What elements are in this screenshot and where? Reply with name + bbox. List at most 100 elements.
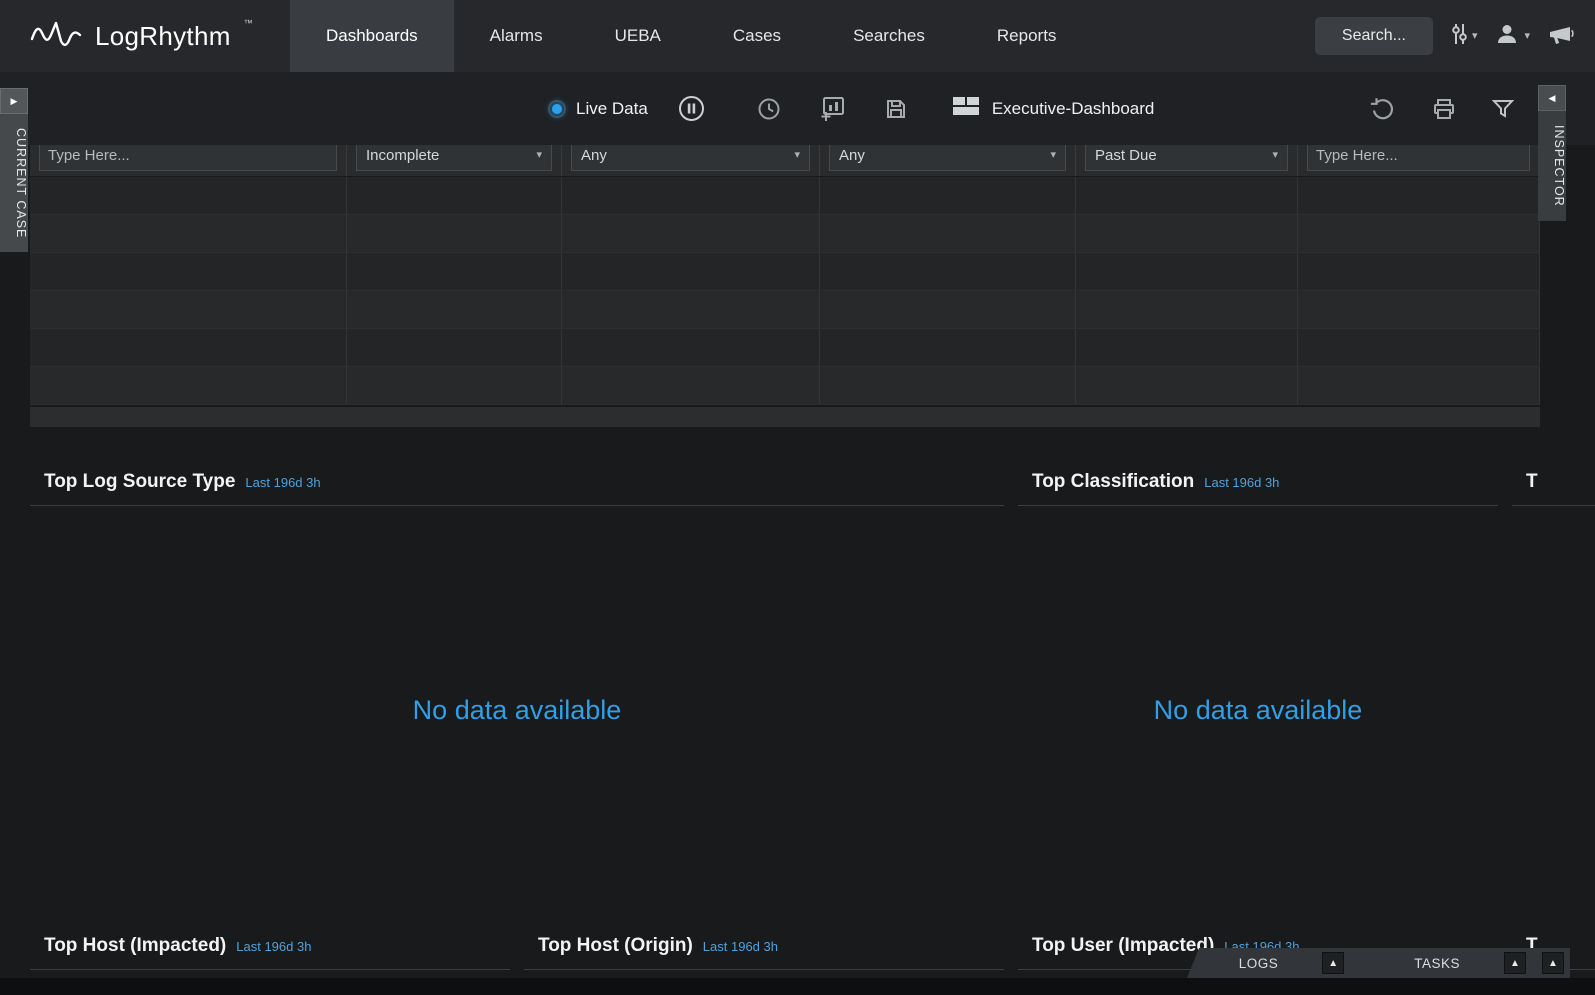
dashboard-content: Incomplete ▾ Any ▾ Any ▾ Past Due (0, 145, 1595, 978)
table-cell (1298, 177, 1540, 214)
table-row[interactable] (30, 329, 1540, 367)
filter-cell: Any ▾ (562, 145, 820, 176)
add-widget-button[interactable] (819, 95, 846, 122)
horizontal-scrollbar[interactable] (30, 407, 1540, 427)
filter-text-input[interactable] (1307, 145, 1530, 171)
filter-funnel-icon (1492, 99, 1514, 119)
no-data-message: No data available (1154, 695, 1363, 726)
widget-header: Top Classification Last 196d 3h (1018, 457, 1498, 506)
due-date-filter-dropdown[interactable]: Past Due ▾ (1085, 145, 1288, 171)
case-table: Incomplete ▾ Any ▾ Any ▾ Past Due (30, 145, 1540, 427)
table-row[interactable] (30, 253, 1540, 291)
dropdown-value: Any (839, 147, 865, 164)
chevron-down-icon: ▾ (1472, 31, 1478, 42)
logrhythm-logo[interactable]: LogRhythm ™ (0, 0, 290, 72)
table-cell (1076, 367, 1298, 404)
table-row[interactable] (30, 367, 1540, 405)
nav-tab-cases[interactable]: Cases (697, 0, 817, 72)
table-cell (30, 253, 347, 290)
dashboard-toolbar: Live Data (0, 72, 1595, 145)
table-cell (1298, 215, 1540, 252)
dropdown-value: Incomplete (366, 147, 439, 164)
tasks-expand-button[interactable]: ▲ (1504, 952, 1526, 974)
widget-timespan: Last 196d 3h (1204, 475, 1279, 490)
widget-title: Top Host (Origin) (538, 935, 693, 957)
user-menu[interactable]: ▾ (1495, 22, 1530, 51)
primary-nav: Dashboards Alarms UEBA Cases Searches Re… (290, 0, 1092, 72)
inspector-label[interactable]: INSPECTOR (1538, 111, 1566, 221)
no-data-message: No data available (413, 695, 622, 726)
current-case-label[interactable]: CURRENT CASE (0, 114, 28, 252)
preferences-menu[interactable]: ▾ (1451, 22, 1478, 51)
table-cell (30, 291, 347, 328)
table-cell (820, 367, 1076, 404)
collapse-panel-icon[interactable]: ◀ (1538, 85, 1566, 111)
table-cell (1076, 291, 1298, 328)
table-cell (347, 291, 562, 328)
table-cell (562, 367, 820, 404)
save-icon (884, 97, 908, 121)
widget-timespan: Last 196d 3h (703, 939, 778, 954)
current-case-panel-tab: ▶ CURRENT CASE (0, 88, 28, 252)
widgets-grid: Top Log Source Type Last 196d 3h No data… (30, 457, 1595, 978)
chevron-down-icon: ▾ (1272, 150, 1278, 161)
up-triangle-icon: ▲ (1328, 958, 1338, 969)
tasks-tab[interactable]: TASKS (1414, 956, 1460, 971)
dock-corner-toggle[interactable]: ▲ (1542, 952, 1564, 974)
live-data-toggle[interactable]: Live Data (548, 99, 648, 119)
filter-text-input[interactable] (39, 145, 337, 171)
dashboard-selector[interactable]: Executive-Dashboard (952, 96, 1155, 121)
pause-button[interactable] (678, 95, 705, 122)
clock-icon (757, 97, 781, 121)
table-cell (30, 215, 347, 252)
any-filter-dropdown[interactable]: Any ▾ (829, 145, 1066, 171)
nav-tab-dashboards[interactable]: Dashboards (290, 0, 454, 72)
save-dashboard-button[interactable] (884, 97, 908, 121)
filter-cell (30, 145, 347, 176)
logs-expand-button[interactable]: ▲ (1322, 952, 1344, 974)
table-cell (347, 367, 562, 404)
search-button[interactable]: Search... (1315, 17, 1433, 55)
filter-cell (1298, 145, 1540, 176)
bottom-dock: LOGS ▲ TASKS ▲ ▲ (1203, 948, 1570, 978)
status-filter-dropdown[interactable]: Incomplete ▾ (356, 145, 552, 171)
table-cell (1298, 291, 1540, 328)
navbar-right-controls: Search... ▾ ▾ (1315, 0, 1595, 72)
announcements-button[interactable] (1548, 22, 1575, 51)
inspector-panel-tab: ◀ INSPECTOR (1538, 85, 1566, 221)
toolbar-right-group (1370, 72, 1514, 145)
nav-tab-reports[interactable]: Reports (961, 0, 1093, 72)
table-cell (1298, 253, 1540, 290)
widget-header: Top Host (Impacted) Last 196d 3h (30, 921, 510, 970)
table-filter-row: Incomplete ▾ Any ▾ Any ▾ Past Due (30, 145, 1540, 177)
widget-body: No data available (30, 506, 1004, 915)
logs-tab[interactable]: LOGS (1239, 956, 1279, 971)
time-range-button[interactable] (757, 97, 781, 121)
table-cell (1076, 329, 1298, 366)
logo-trademark: ™ (244, 18, 253, 28)
any-filter-dropdown[interactable]: Any ▾ (571, 145, 810, 171)
megaphone-icon (1548, 22, 1575, 51)
filter-button[interactable] (1492, 99, 1514, 119)
table-cell (820, 215, 1076, 252)
table-cell (820, 177, 1076, 214)
expand-panel-icon[interactable]: ▶ (0, 88, 28, 114)
table-cell (562, 215, 820, 252)
table-row[interactable] (30, 177, 1540, 215)
pause-icon (678, 95, 705, 122)
table-row[interactable] (30, 291, 1540, 329)
print-button[interactable] (1432, 97, 1456, 121)
table-cell (820, 329, 1076, 366)
widget-top-host-impacted: Top Host (Impacted) Last 196d 3h (30, 921, 510, 978)
nav-tab-ueba[interactable]: UEBA (579, 0, 697, 72)
table-cell (347, 215, 562, 252)
undo-button[interactable] (1370, 97, 1396, 121)
nav-tab-searches[interactable]: Searches (817, 0, 961, 72)
table-cell (1076, 177, 1298, 214)
table-body (30, 177, 1540, 405)
nav-tab-alarms[interactable]: Alarms (454, 0, 579, 72)
dashboard-grid-icon (952, 96, 980, 121)
user-icon (1495, 22, 1519, 51)
table-row[interactable] (30, 215, 1540, 253)
widget-header: T (1512, 457, 1595, 506)
